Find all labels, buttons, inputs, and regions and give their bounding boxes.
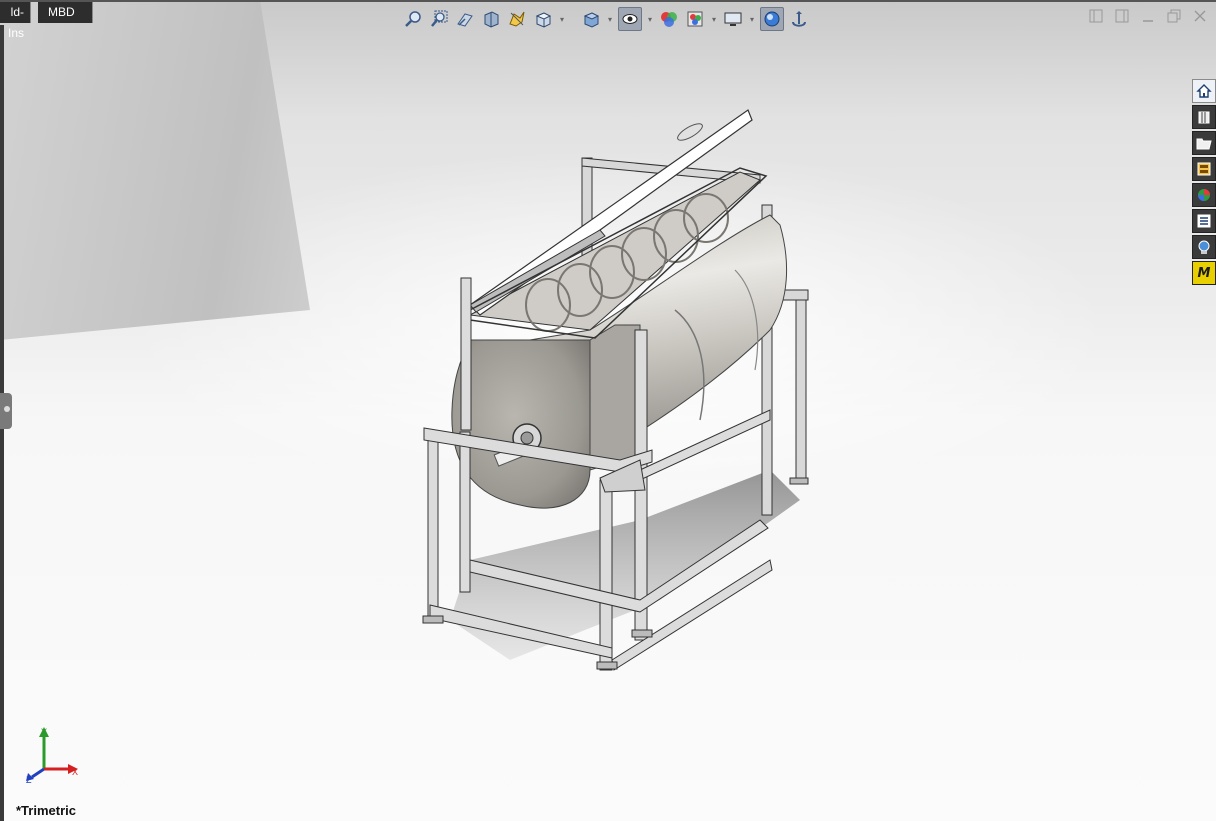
view-palette-icon[interactable] bbox=[1192, 157, 1216, 181]
trough-side bbox=[589, 324, 641, 471]
top-border bbox=[0, 0, 1216, 2]
mbd-icon-letter: M bbox=[1197, 265, 1211, 281]
chevron-down-icon[interactable]: ▾ bbox=[646, 8, 654, 30]
dynamic-annotation-icon[interactable] bbox=[506, 8, 528, 30]
chevron-down-icon[interactable]: ▾ bbox=[558, 8, 566, 30]
previous-view-icon[interactable] bbox=[454, 8, 476, 30]
apply-scene-icon[interactable] bbox=[684, 8, 706, 30]
design-library-icon[interactable] bbox=[1192, 105, 1216, 129]
z-axis-label: Z bbox=[26, 775, 32, 785]
assembly-model[interactable] bbox=[0, 0, 1216, 821]
custom-properties-icon[interactable] bbox=[1192, 209, 1216, 233]
solidworks-forum-icon[interactable] bbox=[1192, 235, 1216, 259]
zoom-to-area-icon[interactable] bbox=[428, 8, 450, 30]
solidworks-resources-icon[interactable] bbox=[1192, 79, 1216, 103]
lid-handle bbox=[677, 123, 703, 141]
restore-icon[interactable] bbox=[1166, 8, 1182, 24]
display-style-icon[interactable] bbox=[580, 8, 602, 30]
zoom-to-fit-icon[interactable] bbox=[402, 8, 424, 30]
y-axis-label: Y bbox=[41, 727, 47, 737]
x-axis-label: X bbox=[72, 767, 78, 777]
edit-appearance-icon[interactable] bbox=[658, 8, 680, 30]
view-settings-icon[interactable] bbox=[722, 8, 744, 30]
graphics-area[interactable]: Y X Z *Trimetric bbox=[0, 0, 1216, 821]
tab-mbd[interactable]: MBD bbox=[38, 2, 93, 23]
minimize-icon[interactable] bbox=[1140, 8, 1156, 24]
camera-icon[interactable] bbox=[788, 8, 810, 30]
realview-icon[interactable] bbox=[760, 7, 784, 31]
collapse-handle-dot bbox=[4, 406, 10, 412]
section-view-icon[interactable] bbox=[480, 8, 502, 30]
window-controls bbox=[1088, 8, 1208, 24]
close-icon[interactable] bbox=[1192, 8, 1208, 24]
appearances-icon[interactable] bbox=[1192, 183, 1216, 207]
heads-up-view-toolbar: ▾ ▾ ▾ ▾ ▾ bbox=[402, 6, 810, 32]
chevron-down-icon[interactable]: ▾ bbox=[748, 8, 756, 30]
chevron-down-icon[interactable]: ▾ bbox=[606, 8, 614, 30]
tab-addins[interactable]: ld-Ins bbox=[0, 2, 31, 40]
dock-left-icon[interactable] bbox=[1088, 8, 1104, 24]
drum-end-plate bbox=[451, 339, 591, 509]
view-orientation-icon[interactable] bbox=[532, 8, 554, 30]
chevron-down-icon[interactable]: ▾ bbox=[710, 8, 718, 30]
reference-triad[interactable]: Y X Z bbox=[20, 725, 90, 785]
file-explorer-icon[interactable] bbox=[1192, 131, 1216, 155]
dock-right-icon[interactable] bbox=[1114, 8, 1130, 24]
task-pane-tabs: M bbox=[1192, 79, 1216, 287]
z-axis bbox=[31, 767, 45, 779]
view-orientation-label: *Trimetric bbox=[16, 803, 76, 818]
mbd-icon[interactable]: M bbox=[1192, 261, 1216, 285]
hide-show-items-icon[interactable] bbox=[618, 7, 642, 31]
